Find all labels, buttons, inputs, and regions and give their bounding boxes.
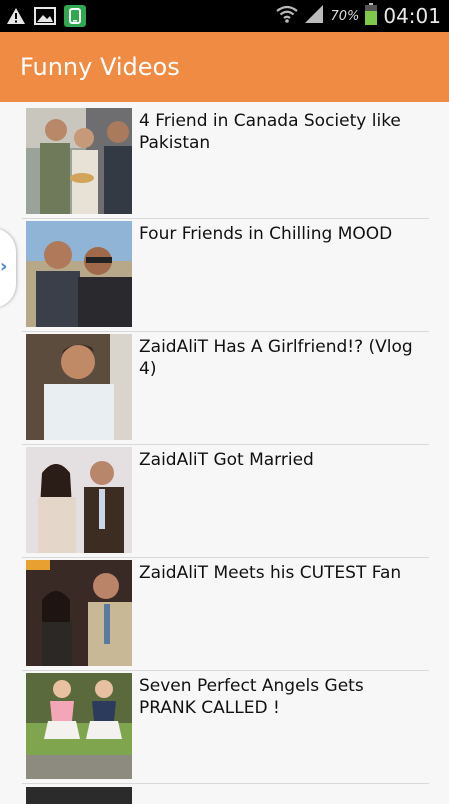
video-title: ZaidAliT Meets his CUTEST Fan xyxy=(139,563,402,583)
system-icons: 70% 04:01 xyxy=(276,0,441,32)
video-list-item[interactable]: ZaidAliT Meets his CUTEST Fan xyxy=(22,558,429,671)
signal-icon xyxy=(304,4,324,28)
battery-icon xyxy=(365,3,378,29)
clock: 04:01 xyxy=(383,4,441,28)
video-thumbnail xyxy=(26,221,132,327)
video-thumbnail xyxy=(26,334,132,440)
notification-icons xyxy=(6,5,86,31)
app-bar: Funny Videos xyxy=(0,32,449,102)
video-thumbnail xyxy=(26,108,132,214)
video-thumbnail xyxy=(26,787,132,804)
video-title: ZaidAliT Got Married xyxy=(139,450,314,470)
chevron-right-icon: › xyxy=(0,256,8,277)
app-title: Funny Videos xyxy=(20,53,180,81)
video-list-item[interactable]: ZaidAliT Has A Girlfriend!? (Vlog 4) xyxy=(22,332,429,445)
warning-icon xyxy=(6,6,26,30)
video-title: ZaidAliT Has A Girlfriend!? (Vlog 4) xyxy=(139,337,413,379)
video-list: 4 Friend in Canada Society like Pakistan… xyxy=(22,106,429,804)
video-thumbnail xyxy=(26,447,132,553)
video-title: Seven Perfect Angels Gets PRANK CALLED ! xyxy=(139,676,364,718)
video-title: Four Friends in Chilling MOOD xyxy=(139,224,393,244)
image-icon xyxy=(34,6,56,30)
video-thumbnail xyxy=(26,673,132,779)
video-thumbnail xyxy=(26,560,132,666)
wifi-icon xyxy=(276,4,299,28)
video-list-item[interactable]: Four Friends in Chilling MOOD xyxy=(22,219,429,332)
app-icon xyxy=(64,5,86,31)
video-title: 4 Friend in Canada Society like Pakistan xyxy=(139,111,401,153)
status-bar: 70% 04:01 xyxy=(0,0,449,32)
video-list-item[interactable]: ZaidAliT Got Married xyxy=(22,445,429,558)
battery-percent: 70% xyxy=(330,8,360,24)
video-list-item[interactable]: 4 Friend in Canada Society like Pakistan xyxy=(22,106,429,219)
drawer-handle[interactable]: › xyxy=(0,228,16,308)
video-list-item[interactable]: Seven Perfect Angels Gets PRANK CALLED ! xyxy=(22,671,429,784)
video-list-item[interactable] xyxy=(22,784,429,804)
